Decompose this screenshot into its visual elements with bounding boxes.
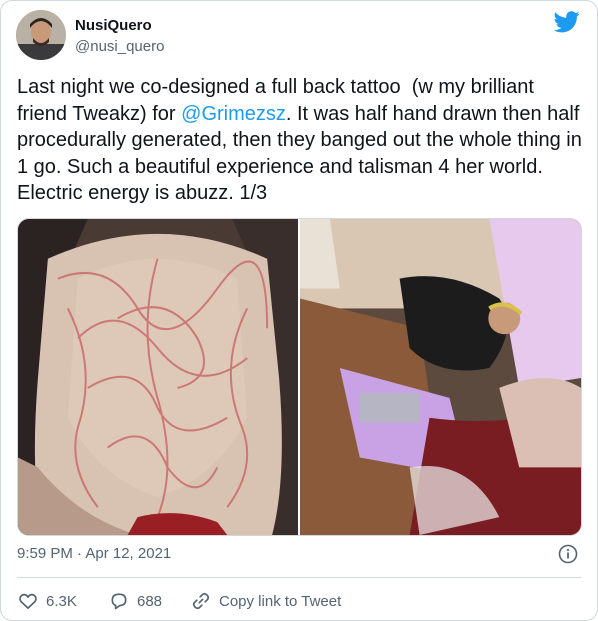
copy-link-label: Copy link to Tweet	[219, 592, 342, 610]
tweet-card: NusiQuero @nusi_quero Last night we co-d…	[0, 0, 598, 621]
user-handle[interactable]: @nusi_quero	[75, 38, 164, 55]
heart-icon	[19, 593, 37, 609]
tattoo-session-image	[300, 219, 581, 535]
tweet-text: Last night we co-designed a full back ta…	[17, 74, 587, 207]
tweet-media	[17, 218, 582, 536]
action-divider	[17, 577, 581, 578]
mention-link[interactable]: @Grimezsz	[181, 103, 286, 125]
reply-bubble-icon	[111, 593, 127, 610]
tweet-timestamp[interactable]: 9:59 PM · Apr 12, 2021	[17, 545, 171, 562]
like-count: 6.3K	[46, 592, 77, 610]
tattoo-session-photo[interactable]	[300, 219, 581, 535]
back-tattoo-photo[interactable]	[18, 219, 298, 535]
reply-button[interactable]: 688	[109, 591, 162, 611]
user-avatar[interactable]	[16, 10, 66, 60]
avatar-image	[16, 10, 66, 60]
link-icon	[192, 592, 210, 610]
reply-count: 688	[137, 592, 163, 610]
like-button[interactable]: 6.3K	[18, 591, 77, 611]
copy-link-button[interactable]: Copy link to Tweet	[191, 591, 341, 611]
info-icon[interactable]	[558, 544, 578, 564]
back-tattoo-image	[18, 219, 298, 535]
user-display-name[interactable]: NusiQuero	[75, 17, 152, 34]
twitter-bird-icon[interactable]	[554, 11, 580, 33]
